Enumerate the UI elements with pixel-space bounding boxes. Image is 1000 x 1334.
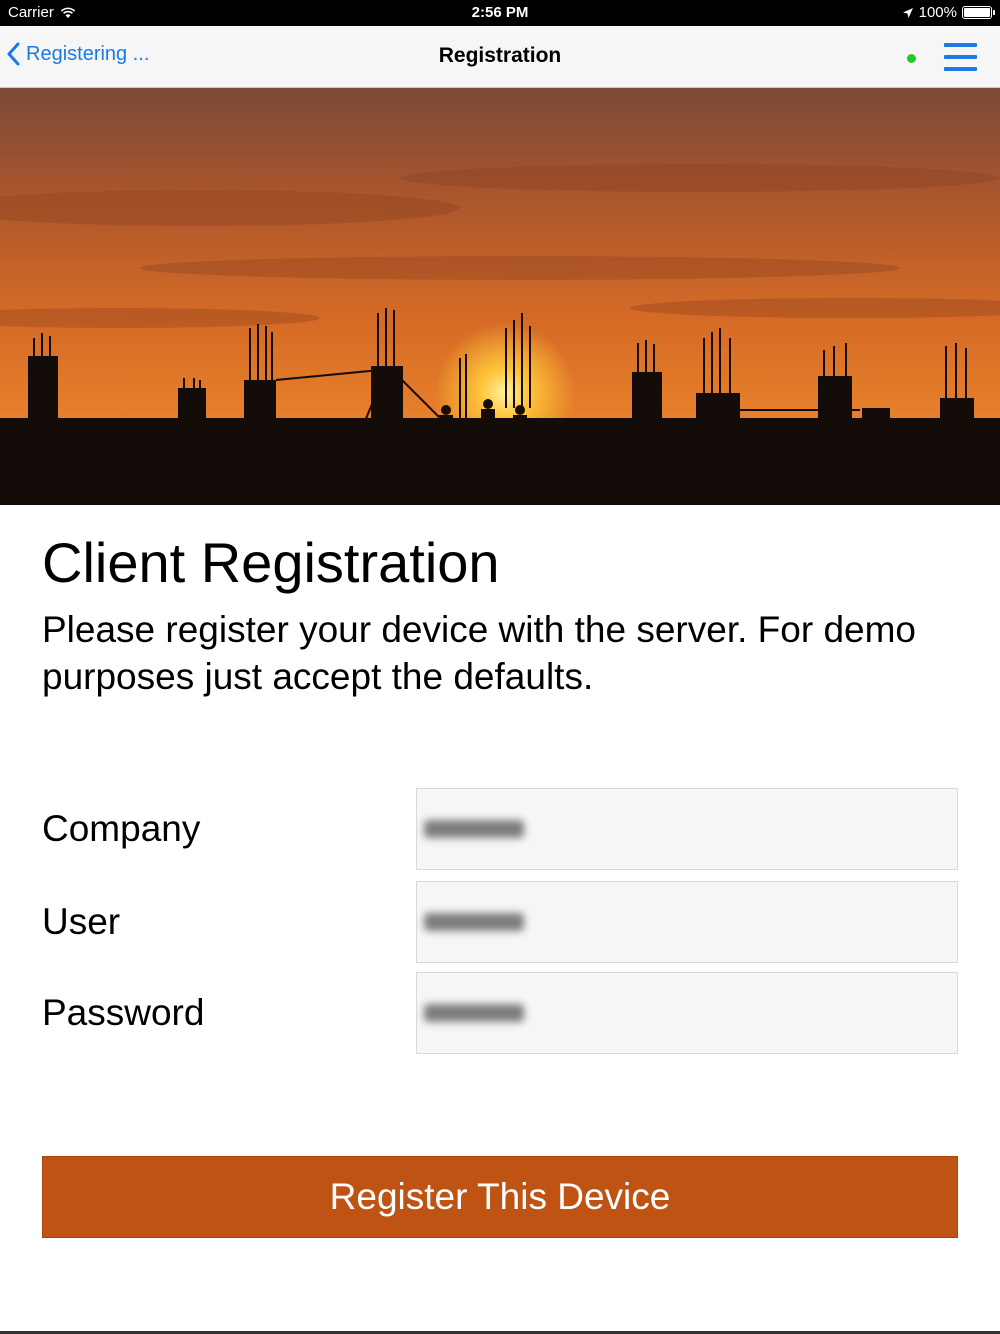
construction-sunset-image	[0, 88, 1000, 505]
hero-image	[0, 88, 1000, 505]
menu-button[interactable]	[944, 43, 978, 71]
redacted-value	[424, 820, 524, 838]
status-bar: Carrier 2:56 PM 100%	[0, 0, 1000, 26]
company-row: Company	[0, 788, 1000, 870]
battery-icon	[962, 6, 995, 19]
status-right: 100%	[902, 4, 995, 21]
battery-percent: 100%	[918, 4, 957, 21]
redacted-value	[424, 1004, 524, 1022]
location-arrow-icon	[902, 7, 913, 18]
password-row: Password	[0, 972, 1000, 1054]
register-device-button[interactable]: Register This Device	[42, 1156, 958, 1238]
hamburger-icon	[944, 43, 977, 47]
user-label: User	[42, 901, 121, 942]
page-description: Please register your device with the ser…	[42, 609, 916, 697]
nav-title: Registration	[438, 44, 562, 67]
redacted-value	[424, 913, 524, 931]
user-row: User	[0, 881, 1000, 963]
company-label: Company	[42, 808, 201, 849]
status-time: 2:56 PM	[471, 4, 529, 21]
password-label: Password	[42, 992, 205, 1033]
page-title: Client Registration	[42, 531, 500, 594]
connection-status-dot	[907, 54, 916, 63]
navigation-bar: Registering ... Registration	[0, 26, 1000, 88]
